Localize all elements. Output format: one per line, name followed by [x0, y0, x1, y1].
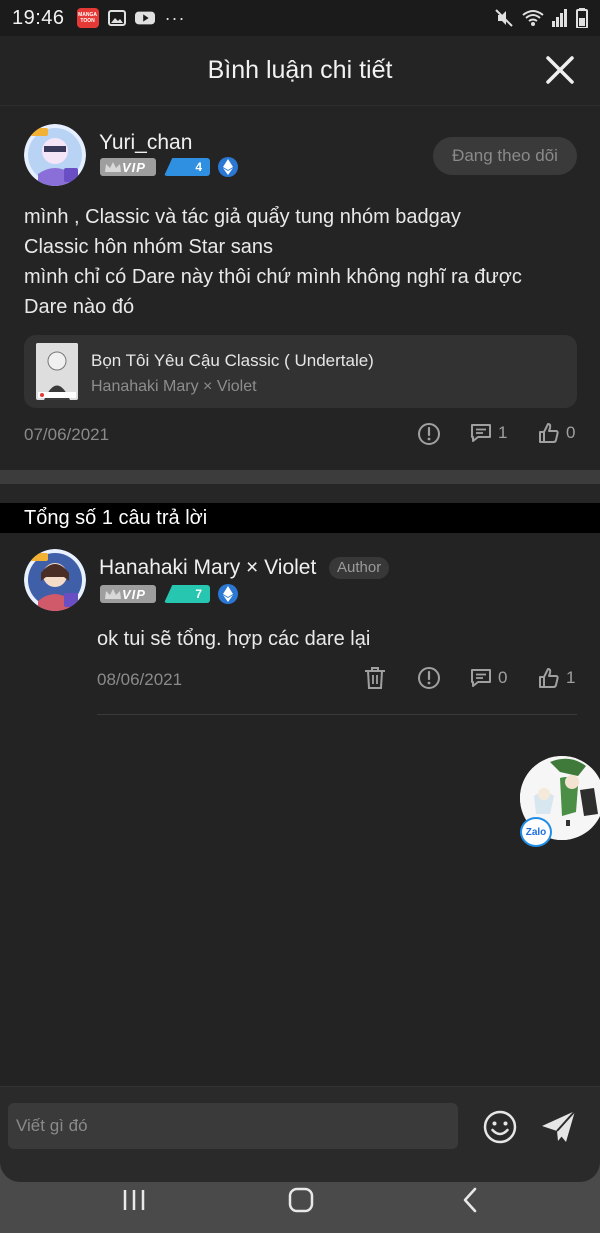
smiley-icon: [483, 1110, 517, 1144]
ethereum-icon: [218, 584, 238, 604]
mute-icon: [495, 9, 513, 27]
manga-toon-icon-label: MANGA TOON: [78, 12, 97, 24]
comment-icon: [471, 424, 491, 442]
send-icon: [542, 1110, 576, 1142]
thumbs-up-icon: [539, 423, 559, 443]
comment-date: 07/06/2021: [24, 425, 110, 444]
section-divider: [0, 470, 600, 503]
manga-toon-icon: MANGA TOON: [76, 8, 99, 28]
comment-line: Dare nào đó: [24, 296, 135, 318]
back-button[interactable]: [450, 1186, 490, 1214]
close-button[interactable]: [544, 54, 576, 86]
vip-badge: VIP: [100, 585, 156, 603]
close-icon: [546, 56, 574, 84]
send-button[interactable]: [540, 1109, 578, 1145]
story-title: Bọn Tôi Yêu Cậu Classic ( Undertale): [91, 351, 374, 370]
like-button[interactable]: 1: [538, 667, 575, 689]
user-badges: VIP 4: [100, 157, 238, 177]
reply-username[interactable]: Hanahaki Mary × Violet: [99, 556, 316, 580]
author-tag: Author: [329, 557, 390, 579]
comment-line: mình chỉ có Dare này thôi chứ mình không…: [24, 266, 522, 288]
signal-icon: [552, 9, 567, 27]
youtube-icon: [134, 9, 155, 27]
home-icon: [288, 1187, 314, 1213]
replies-header: Tổng số 1 câu trả lời: [0, 503, 600, 533]
gallery-icon: [107, 9, 127, 27]
emoji-button[interactable]: [482, 1109, 518, 1145]
report-button[interactable]: [417, 422, 441, 446]
divider: [97, 714, 577, 715]
comment-input[interactable]: [8, 1103, 458, 1149]
zalo-icon[interactable]: Zalo: [520, 817, 552, 847]
avatar[interactable]: [24, 549, 86, 611]
system-nav-bar: [0, 1162, 600, 1233]
vip-badge-label: VIP: [122, 586, 146, 602]
level-badge: 7: [164, 585, 210, 603]
story-author: Hanahaki Mary × Violet: [91, 378, 257, 395]
like-count: 0: [566, 423, 576, 442]
zalo-label: Zalo: [525, 826, 547, 838]
comment-icon: [471, 669, 491, 687]
like-button[interactable]: 0: [538, 422, 575, 444]
vip-badge: VIP: [100, 158, 156, 176]
page-title: Bình luận chi tiết: [207, 56, 393, 84]
story-cover-image: [36, 343, 78, 400]
recent-apps-button[interactable]: [114, 1186, 154, 1214]
reply-button[interactable]: 0: [470, 667, 507, 689]
battery-icon: [576, 8, 588, 28]
recent-apps-icon: [123, 1190, 145, 1210]
reply-count: 0: [498, 668, 508, 687]
user-badges: VIP 7: [100, 584, 238, 604]
trash-icon: [365, 667, 385, 689]
thumbs-up-icon: [539, 668, 559, 688]
delete-button[interactable]: [364, 666, 386, 690]
level-badge: 4: [164, 158, 210, 176]
report-icon: [418, 423, 440, 445]
back-icon: [463, 1187, 477, 1213]
main-comment: Yuri_chan VIP 4 Đang theo dõi mình , Cla…: [0, 106, 600, 470]
like-count: 1: [566, 668, 576, 687]
crown-icon: [105, 589, 121, 599]
more-notifications-icon: ···: [164, 7, 186, 28]
comment-username[interactable]: Yuri_chan: [99, 131, 192, 155]
reply-count: 1: [498, 423, 508, 442]
reply-button[interactable]: 1: [470, 422, 507, 444]
level-badge-value: 7: [195, 587, 202, 601]
comment-input-bar: [0, 1086, 600, 1162]
app-bar: Bình luận chi tiết: [0, 36, 600, 106]
status-system-icons: [494, 8, 588, 28]
wifi-icon: [522, 10, 544, 26]
reply-text: ok tui sẽ tổng. hợp các dare lại: [97, 628, 371, 650]
report-button[interactable]: [417, 666, 441, 690]
replies-list: Hanahaki Mary × Violet Author VIP 7 ok t…: [0, 533, 600, 1086]
comment-line: Classic hôn nhóm Star sans: [24, 236, 274, 258]
level-badge-value: 4: [195, 160, 202, 174]
avatar[interactable]: [24, 124, 86, 186]
comment-line: mình , Classic và tác giả quẩy tung nhóm…: [24, 206, 461, 228]
vip-badge-label: VIP: [122, 159, 146, 175]
report-icon: [418, 667, 440, 689]
follow-button[interactable]: Đang theo dõi: [433, 137, 577, 175]
status-app-icons: MANGA TOON ···: [76, 7, 186, 29]
home-button[interactable]: [281, 1186, 321, 1214]
status-time: 19:46: [12, 6, 65, 29]
comment-text: mình , Classic và tác giả quẩy tung nhóm…: [24, 202, 584, 322]
story-card[interactable]: Bọn Tôi Yêu Cậu Classic ( Undertale) Han…: [24, 335, 577, 408]
ethereum-icon: [218, 157, 238, 177]
reply-date: 08/06/2021: [97, 670, 183, 689]
crown-icon: [105, 162, 121, 172]
status-bar: 19:46 MANGA TOON ···: [0, 0, 600, 36]
